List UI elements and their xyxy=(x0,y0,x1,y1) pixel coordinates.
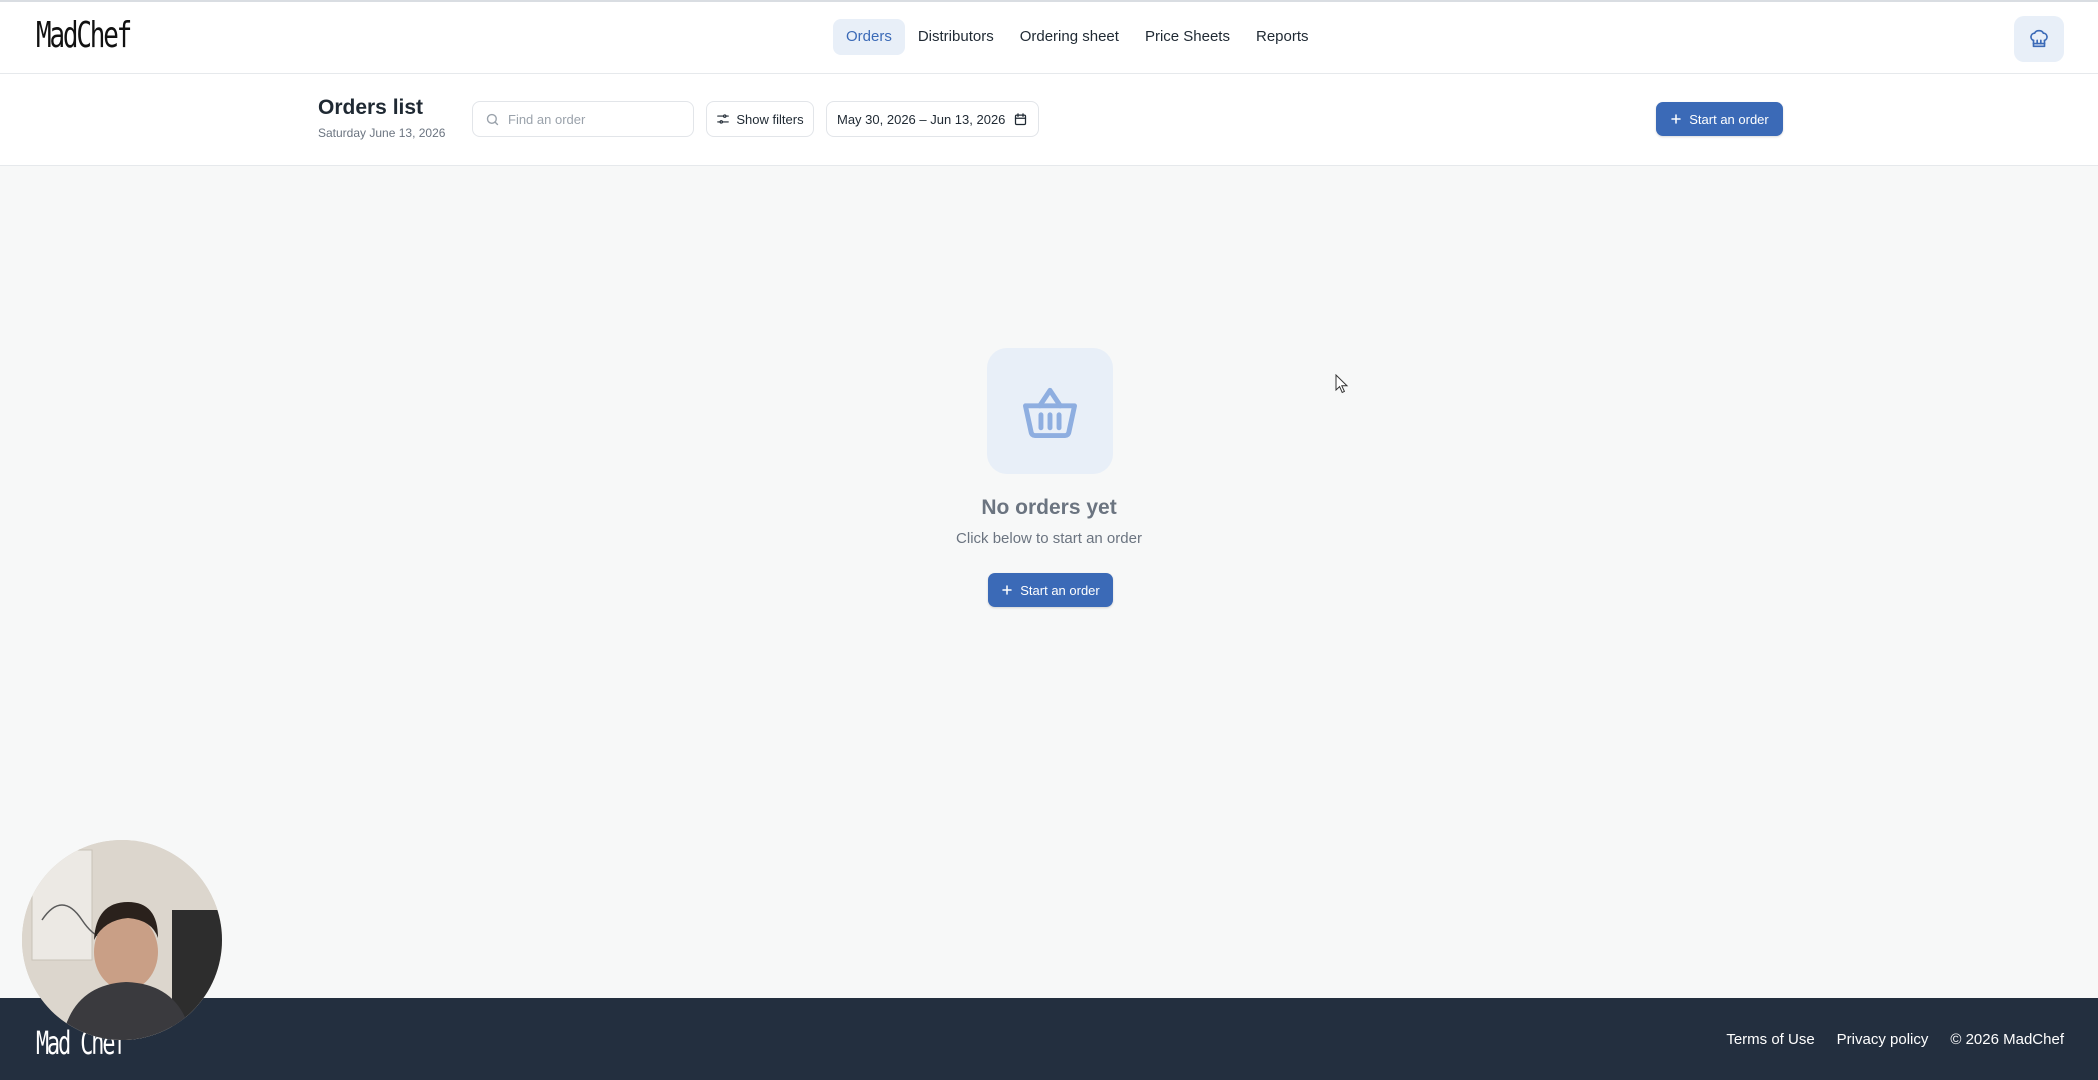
empty-state-icon-box xyxy=(987,348,1113,474)
search-input[interactable] xyxy=(508,111,678,127)
page-title: Orders list xyxy=(318,96,424,119)
nav-item-ordering-sheet[interactable]: Ordering sheet xyxy=(1007,19,1132,55)
footer-links: Terms of Use Privacy policy © 2026 MadCh… xyxy=(1726,998,2064,1080)
mouse-cursor-icon xyxy=(1335,374,1349,394)
empty-state-title: No orders yet xyxy=(981,496,1117,519)
footer: Mad Chef Terms of Use Privacy policy © 2… xyxy=(0,998,2098,1080)
main-nav: Orders Distributors Ordering sheet Price… xyxy=(833,19,1322,55)
plus-icon xyxy=(1671,114,1681,124)
sliders-icon xyxy=(717,114,730,124)
start-order-label: Start an order xyxy=(1689,111,1769,127)
search-icon xyxy=(486,113,499,125)
privacy-policy-link[interactable]: Privacy policy xyxy=(1837,1031,1929,1048)
plus-icon xyxy=(1002,585,1012,595)
date-range-text: May 30, 2026 – Jun 13, 2026 xyxy=(837,111,1006,127)
start-order-button-header[interactable]: Start an order xyxy=(1656,102,1783,136)
profile-button[interactable] xyxy=(2014,16,2064,62)
nav-item-reports[interactable]: Reports xyxy=(1243,19,1322,55)
empty-state-subtitle: Click below to start an order xyxy=(956,530,1142,547)
orders-toolbar: Orders list Saturday June 13, 2026 Show … xyxy=(0,74,2098,166)
chef-hat-icon xyxy=(2030,29,2048,48)
presenter-video-icon xyxy=(22,840,222,1040)
nav-item-distributors[interactable]: Distributors xyxy=(905,19,1007,55)
top-navigation-bar: MadChef Orders Distributors Ordering she… xyxy=(0,0,2098,74)
nav-item-price-sheets[interactable]: Price Sheets xyxy=(1132,19,1243,55)
show-filters-button[interactable]: Show filters xyxy=(706,101,814,137)
search-box[interactable] xyxy=(472,101,694,137)
terms-of-use-link[interactable]: Terms of Use xyxy=(1726,1031,1814,1048)
calendar-icon xyxy=(1015,112,1027,125)
basket-icon xyxy=(1023,387,1077,438)
start-order-button-empty[interactable]: Start an order xyxy=(988,573,1113,607)
copyright-text: © 2026 MadChef xyxy=(1950,1030,2064,1048)
nav-item-orders[interactable]: Orders xyxy=(833,19,905,55)
title-block: Orders list Saturday June 13, 2026 xyxy=(318,96,445,140)
date-range-picker[interactable]: May 30, 2026 – Jun 13, 2026 xyxy=(826,101,1039,137)
webcam-overlay xyxy=(22,840,222,1040)
show-filters-label: Show filters xyxy=(736,111,804,127)
page-date: Saturday June 13, 2026 xyxy=(318,126,446,140)
madchef-logo[interactable]: MadChef xyxy=(36,15,132,56)
start-order-label: Start an order xyxy=(1020,582,1100,598)
